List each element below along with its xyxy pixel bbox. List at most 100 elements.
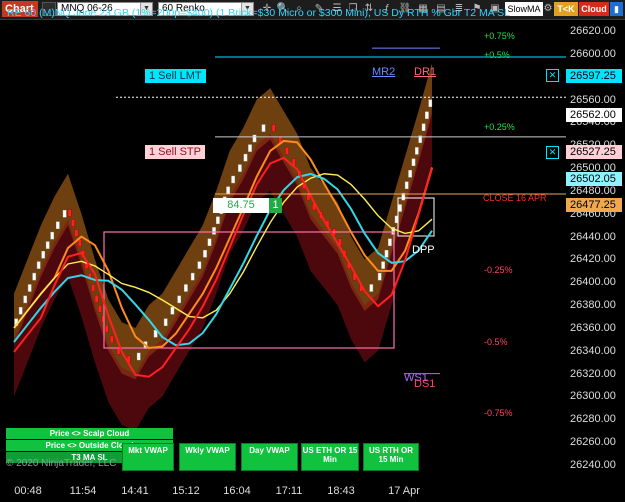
renko-brick: [67, 209, 72, 217]
renko-brick: [104, 325, 109, 333]
renko-brick: [248, 144, 252, 152]
renko-brick: [109, 335, 114, 344]
time-tick-label: 16:04: [223, 485, 251, 497]
price-tick-label: 26620.00: [570, 25, 616, 37]
renko-brick: [203, 249, 207, 258]
dpp-label: DPP: [412, 244, 435, 256]
sell-lmt-order-label[interactable]: 1 Sell LMT: [145, 69, 206, 83]
pct-plus-025: +0.25%: [484, 122, 515, 132]
orange-ma-price-tag: 26477.25: [566, 198, 622, 212]
renko-brick: [62, 209, 67, 218]
cloud-bands: [14, 62, 432, 431]
tck-button[interactable]: T<K: [554, 2, 578, 16]
renko-brick: [369, 284, 374, 292]
renko-brick: [170, 307, 175, 315]
renko-brick: [252, 134, 257, 143]
mkt-vwap-button[interactable]: Mkt VWAP: [122, 443, 174, 471]
chart-header-label: RE 60 (M)NQ June 23 GB (1%=200p=$400) (1…: [7, 7, 510, 19]
time-tick-label: 11:54: [69, 485, 97, 497]
renko-brick: [261, 124, 266, 132]
renko-brick: [243, 153, 248, 162]
renko-brick: [404, 181, 409, 189]
renko-brick: [226, 186, 230, 194]
renko-brick: [377, 272, 382, 281]
renko-brick: [231, 175, 235, 184]
renko-brick: [98, 305, 102, 313]
sell-stp-price-tag: 26527.25: [566, 145, 622, 159]
renko-brick: [18, 307, 23, 315]
renko-brick: [421, 123, 426, 131]
renko-brick: [136, 352, 141, 361]
sell-stp-order-label[interactable]: 1 Sell STP: [145, 145, 205, 159]
renko-brick: [91, 284, 95, 292]
price-tick-label: 26260.00: [570, 436, 616, 449]
price-tick-label: 26600.00: [570, 47, 616, 60]
renko-brick: [285, 147, 289, 155]
time-tick-label: 18:43: [327, 485, 355, 497]
pct-minus-025: -0.25%: [484, 265, 513, 275]
time-tick-label: 15:12: [172, 485, 200, 497]
renko-brick: [425, 111, 429, 119]
pct-plus-05: +0.5%: [484, 50, 510, 60]
position-pnl[interactable]: 84.75: [213, 198, 269, 213]
renko-brick: [411, 158, 416, 167]
wkly-vwap-button[interactable]: Wkly VWAP: [179, 443, 236, 471]
renko-brick: [163, 318, 168, 326]
prior-close-label: CLOSE 16 APR: [483, 193, 547, 203]
scalp-cloud-button[interactable]: Price <> Scalp Cloud: [6, 428, 173, 439]
renko-brick: [207, 238, 212, 247]
price-tick-label: 26320.00: [570, 367, 616, 380]
last-price-tag: 26562.00: [566, 108, 622, 122]
price-tick-label: 26300.00: [570, 390, 616, 403]
us-rth-or-button[interactable]: US RTH OR 15 Min: [363, 443, 419, 471]
x-close-icon[interactable]: ✕: [546, 69, 559, 82]
time-tick-label: 17:11: [275, 485, 303, 497]
cyan-ma-price-tag: 26502.05: [566, 172, 622, 186]
time-axis[interactable]: 00:48 11:54 14:41 15:12 16:04 17:11 18:43 17 Ap…: [0, 482, 566, 502]
price-plot[interactable]: [0, 20, 566, 482]
dr1-label: DR1: [414, 66, 437, 78]
price-tick-label: 26380.00: [570, 299, 616, 312]
renko-brick: [45, 241, 50, 249]
renko-brick: [238, 164, 242, 172]
slowma-button[interactable]: SlowMA: [505, 2, 543, 16]
chart-window: Chart MNQ 06-26 ▼ 60 Renko ▼ ✛ 🔍 ⌕ ✎ ☰ ❐…: [0, 0, 625, 502]
us-eth-or-button[interactable]: US ETH OR 15 Min: [301, 443, 359, 471]
pct-minus-05: -0.5%: [484, 337, 508, 347]
renko-brick: [428, 99, 433, 107]
renko-brick: [216, 216, 220, 224]
x-close-icon[interactable]: ✕: [546, 146, 559, 159]
renko-brick: [415, 147, 419, 155]
sell-lmt-price-tag: 26597.25: [566, 69, 622, 83]
day-vwap-button[interactable]: Day VWAP: [241, 443, 298, 471]
renko-brick: [408, 170, 412, 178]
renko-brick: [74, 229, 79, 237]
time-tick-label: 00:48: [14, 485, 42, 497]
price-tick-label: 26340.00: [570, 344, 616, 357]
copyright-text: © 2020 NinjaTrader, LLC: [6, 458, 117, 469]
renko-brick: [71, 219, 75, 227]
time-tick-label: 17 Apr: [388, 485, 420, 497]
ds1-label: DS1: [414, 378, 436, 390]
renko-brick: [94, 295, 99, 303]
renko-brick: [197, 261, 202, 269]
renko-brick: [190, 272, 195, 281]
price-tick-label: 26360.00: [570, 321, 616, 334]
renko-brick: [32, 272, 36, 281]
position-qty[interactable]: 1: [269, 198, 282, 213]
renko-brick: [388, 238, 392, 247]
price-axis[interactable]: 26240.00 26260.00 26280.00 26300.00 26320.00…: [566, 20, 625, 482]
renko-brick: [56, 221, 60, 229]
cloud-toggle-button[interactable]: ▮: [610, 2, 623, 16]
settings-icon[interactable]: ⚙: [541, 2, 555, 16]
renko-brick: [384, 249, 389, 258]
renko-brick: [184, 284, 188, 292]
renko-brick: [77, 239, 82, 247]
cloud-button[interactable]: Cloud: [579, 2, 609, 16]
pct-minus-075: -0.75%: [484, 408, 513, 418]
renko-brick: [36, 261, 41, 269]
mr2-label: MR2: [372, 66, 396, 78]
price-tick-label: 26240.00: [570, 459, 616, 471]
time-tick-label: 14:41: [121, 485, 149, 497]
price-tick-label: 26400.00: [570, 276, 616, 289]
